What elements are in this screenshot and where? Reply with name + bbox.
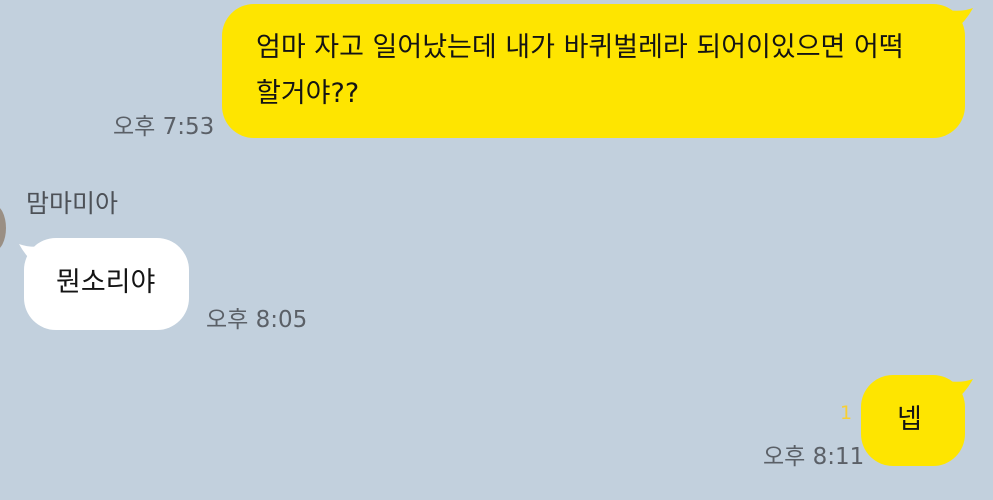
unread-count: 1 bbox=[840, 402, 853, 424]
sender-name: 맘마미아 bbox=[26, 189, 119, 218]
sender-avatar[interactable] bbox=[0, 205, 6, 251]
chat-screen: { "messages": [ { "direction": "outgoing… bbox=[0, 0, 993, 500]
message-text: 엄마 자고 일어났는데 내가 바퀴벌레라 되어이있으면 어떡 할거야?? bbox=[256, 32, 904, 109]
message-time: 오후 8:05 bbox=[206, 307, 308, 333]
message-text: 뭔소리야 bbox=[56, 267, 156, 298]
message-time: 오후 8:11 bbox=[763, 444, 865, 470]
message-text: 넵 bbox=[897, 404, 922, 435]
message-time: 오후 7:53 bbox=[113, 114, 215, 140]
